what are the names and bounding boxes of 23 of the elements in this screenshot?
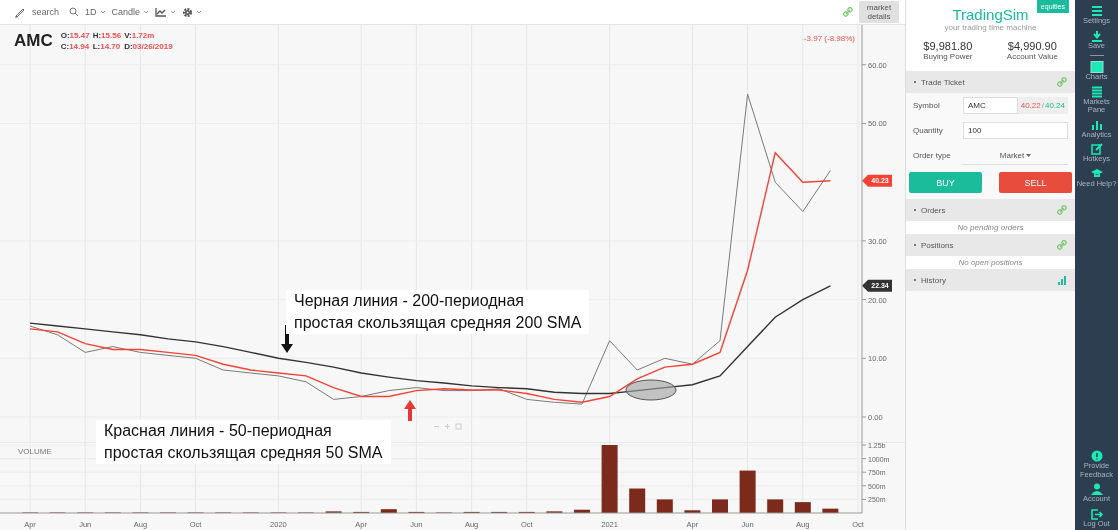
field-label: Symbol bbox=[913, 101, 941, 110]
ticker-symbol: AMC bbox=[14, 31, 53, 51]
quote-value: D:03/26/2019 bbox=[124, 41, 173, 52]
bid-ask-quote: 40.22/40.24 bbox=[1017, 97, 1068, 114]
empty-message: No open positions bbox=[906, 256, 1075, 269]
field-label: Quantity bbox=[913, 126, 944, 135]
quote-value: O:15.47 bbox=[60, 30, 90, 41]
account-label: Buying Power bbox=[923, 52, 973, 61]
tagline: your trading time machine bbox=[944, 23, 1037, 32]
price-change: -3.97 (-8.98%) bbox=[803, 34, 855, 43]
quote-value: V:1.72m bbox=[124, 30, 156, 41]
volume-label: VOLUME bbox=[18, 447, 52, 456]
account-label: Account Value bbox=[1006, 52, 1058, 61]
quote-value: H:15.56 bbox=[92, 30, 122, 41]
brand-logo: TradingSim bbox=[952, 6, 1029, 23]
account-value: $9,981.80 bbox=[923, 40, 973, 52]
empty-message: No pending orders bbox=[906, 221, 1075, 234]
quote-value: C:14.94 bbox=[60, 41, 90, 52]
account-value: $4,990.90 bbox=[1007, 40, 1057, 52]
annotation-text: Красная линия - 50-периодная простая скользящая средняя 50 SMA bbox=[96, 420, 391, 464]
quote-value: L:14.70 bbox=[92, 41, 122, 52]
annotation-text: Черная линия - 200-периодная простая скользящая средняя 200 SMA bbox=[286, 290, 590, 334]
field-label: Order type bbox=[913, 151, 952, 160]
